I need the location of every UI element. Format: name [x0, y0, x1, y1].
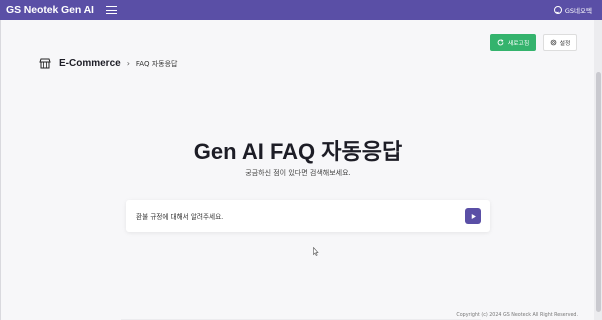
- gear-icon: [550, 39, 556, 46]
- search-box: [126, 200, 490, 232]
- scrollbar[interactable]: [594, 20, 602, 320]
- refresh-button[interactable]: 새로고침: [490, 34, 536, 51]
- play-icon: [471, 213, 476, 219]
- refresh-icon: [497, 39, 504, 46]
- smiley-icon: [553, 6, 562, 14]
- store-icon: [39, 58, 51, 69]
- app-brand[interactable]: GS Neotek Gen AI: [6, 4, 94, 16]
- menu-icon[interactable]: [105, 6, 117, 14]
- user-name: GS네오텍: [564, 7, 592, 15]
- page-subtitle: 궁금하신 점이 있다면 검색해보세요.: [245, 169, 351, 177]
- breadcrumb-current: FAQ 자동응답: [135, 59, 178, 68]
- settings-button[interactable]: 설정: [543, 34, 577, 51]
- breadcrumb-separator: ›: [126, 59, 130, 68]
- scrollbar-thumb[interactable]: [596, 72, 601, 312]
- settings-label: 설정: [559, 41, 571, 47]
- refresh-label: 새로고침: [507, 41, 530, 47]
- page-title: Gen AI FAQ 자동응답: [193, 139, 403, 164]
- main-content: E-Commerce › FAQ 자동응답 새로고침 설정 Gen AI FAQ…: [0, 20, 594, 320]
- top-navbar: GS Neotek Gen AI GS네오텍: [0, 0, 602, 20]
- user-menu[interactable]: GS네오텍: [553, 0, 592, 20]
- breadcrumb-category[interactable]: E-Commerce: [59, 58, 121, 69]
- mouse-cursor-icon: [313, 247, 319, 256]
- send-button[interactable]: [465, 208, 481, 224]
- breadcrumb: E-Commerce › FAQ 자동응답: [39, 58, 177, 69]
- search-input[interactable]: [136, 209, 436, 223]
- footer-copyright: Copyright (c) 2024 GS Neoteck All Right …: [456, 313, 578, 318]
